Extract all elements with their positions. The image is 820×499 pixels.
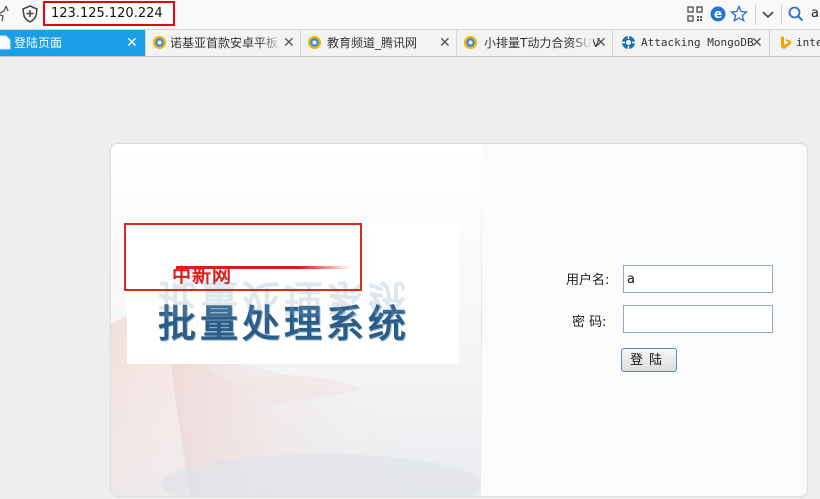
close-icon[interactable]: ✕ xyxy=(751,30,763,56)
qr-code-icon[interactable] xyxy=(686,5,704,23)
search-box-text[interactable]: a xyxy=(811,6,819,21)
close-icon[interactable]: ✕ xyxy=(283,30,295,56)
username-label: 用户名: xyxy=(566,273,610,288)
tab-label: 教育频道_腾讯网 xyxy=(327,36,418,50)
svg-text:e: e xyxy=(714,7,722,21)
tab-bar: 登陆页面 ✕ 诺基亚首款安卓平板 ✕ 教育频道_腾讯网 ✕ 小排量T动力合资SU… xyxy=(0,30,820,57)
tab-mongodb[interactable]: Attacking MongoDB ✕ xyxy=(613,30,770,56)
360-browser-icon xyxy=(464,36,477,49)
login-button[interactable]: 登陆 xyxy=(621,348,677,372)
360-browser-icon xyxy=(153,36,166,49)
chevron-down-icon[interactable] xyxy=(759,5,777,23)
page-icon xyxy=(0,35,11,50)
ie-compat-icon[interactable]: e xyxy=(709,5,727,23)
tab-education[interactable]: 教育频道_腾讯网 ✕ xyxy=(301,30,457,56)
star-icon[interactable] xyxy=(0,6,10,22)
favorite-star-icon[interactable] xyxy=(730,5,748,23)
tab-login-page[interactable]: 登陆页面 ✕ xyxy=(0,30,146,56)
tab-nokia[interactable]: 诺基亚首款安卓平板 ✕ xyxy=(146,30,301,56)
username-input[interactable] xyxy=(623,265,773,293)
password-input[interactable] xyxy=(623,305,773,333)
360-browser-icon xyxy=(308,36,321,49)
tab-label: 登陆页面 xyxy=(14,36,63,50)
tab-bing[interactable]: inte xyxy=(770,30,820,56)
search-icon[interactable] xyxy=(787,5,805,23)
address-bar: 123.125.120.224 e a xyxy=(0,0,820,30)
separator xyxy=(781,4,782,25)
annotation-box xyxy=(124,223,362,291)
tab-suv[interactable]: 小排量T动力合资SUV ✕ xyxy=(457,30,613,56)
url-input[interactable]: 123.125.120.224 xyxy=(43,1,175,26)
separator xyxy=(755,4,756,25)
gear-logo-icon xyxy=(622,36,635,49)
close-icon[interactable]: ✕ xyxy=(439,30,451,56)
password-label: 密 码: xyxy=(572,315,607,330)
close-icon[interactable]: ✕ xyxy=(595,30,607,56)
tab-label: inte xyxy=(796,36,820,49)
shield-icon[interactable] xyxy=(21,5,39,23)
bing-icon xyxy=(781,36,791,49)
tab-label: Attacking MongoDB xyxy=(641,36,754,49)
logo-layer: 中新网 批量处理系统 批量处理系统 xyxy=(110,143,480,495)
close-icon[interactable]: ✕ xyxy=(126,30,138,56)
